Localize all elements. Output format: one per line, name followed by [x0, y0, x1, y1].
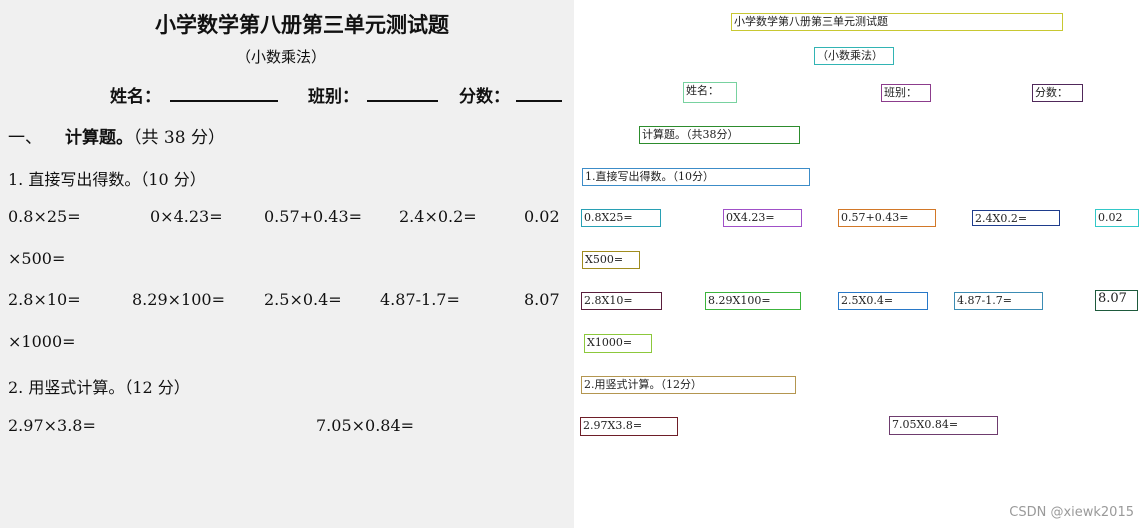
ocr-result-panel: 小学数学第八册第三单元测试题 （小数乘法） 姓名： 班别： 分数： 计算题。（共…: [574, 0, 1148, 528]
score-blank: [516, 100, 562, 102]
problem: 0.02: [524, 207, 560, 226]
section-1-heading-text: 计算题。: [65, 128, 133, 148]
ocr-text-box: （小数乘法）: [814, 47, 894, 65]
problem: 8.29×100=: [132, 290, 225, 309]
ocr-text-box: 4.87-1.7=: [954, 292, 1043, 310]
ocr-text-box: 2.用竖式计算。（12分）: [581, 376, 796, 394]
ocr-text-box: 7.05X0.84=: [889, 416, 998, 435]
problem: 0.57+0.43=: [264, 207, 363, 226]
ocr-text-box: 小学数学第八册第三单元测试题: [731, 13, 1063, 31]
ocr-text-box: X500=: [582, 251, 640, 269]
document-subtitle: （小数乘法）: [236, 48, 327, 66]
problem: 2.97×3.8=: [8, 416, 96, 435]
problem-continuation: ×500=: [8, 249, 66, 268]
ocr-text-box: 2.4X0.2=: [972, 210, 1060, 226]
document-title: 小学数学第八册第三单元测试题: [155, 12, 449, 37]
problem: 7.05×0.84=: [316, 416, 415, 435]
section-1-heading: 计算题。（共 38 分）: [65, 123, 225, 148]
ocr-text-box: 计算题。（共38分）: [639, 126, 800, 144]
problem: 0.8×25=: [8, 207, 81, 226]
ocr-text-box: 2.8X10=: [581, 292, 662, 310]
ocr-text-box: 0.8X25=: [581, 209, 661, 227]
ocr-text-box: 班别：: [881, 84, 931, 102]
problem: 2.4×0.2=: [399, 207, 477, 226]
problem-continuation: ×1000=: [8, 332, 76, 351]
problem: 8.07: [524, 290, 560, 309]
part-2-heading: 2. 用竖式计算。（12 分）: [8, 378, 190, 397]
ocr-text-box: 0.02: [1095, 209, 1139, 227]
ocr-text-box: 1.直接写出得数。（10分）: [582, 168, 810, 186]
class-label: 班别：: [308, 87, 359, 107]
ocr-text-box: 姓名：: [683, 82, 737, 103]
class-blank: [367, 100, 438, 102]
section-1-points: （共 38 分）: [133, 128, 225, 148]
original-document-panel: 小学数学第八册第三单元测试题 （小数乘法） 姓名： 班别： 分数： 一、 计算题…: [0, 0, 574, 528]
ocr-text-box: 8.07: [1095, 290, 1138, 311]
ocr-text-box: 2.5X0.4=: [838, 292, 928, 310]
ocr-text-box: 0.57+0.43=: [838, 209, 936, 227]
problem: 4.87-1.7=: [380, 290, 460, 309]
ocr-text-box: X1000=: [584, 334, 652, 353]
ocr-text-box: 8.29X100=: [705, 292, 801, 310]
part-1-heading: 1. 直接写出得数。（10 分）: [8, 170, 206, 189]
score-label: 分数：: [459, 87, 510, 107]
ocr-text-box: 分数：: [1032, 84, 1083, 102]
section-1-number: 一、: [8, 128, 42, 148]
problem: 0×4.23=: [150, 207, 223, 226]
ocr-text-box: 2.97X3.8=: [580, 417, 678, 436]
name-blank: [170, 100, 278, 102]
name-label: 姓名：: [110, 87, 161, 107]
problem: 2.5×0.4=: [264, 290, 342, 309]
problem: 2.8×10=: [8, 290, 81, 309]
ocr-text-box: 0X4.23=: [723, 209, 802, 227]
csdn-watermark: CSDN @xiewk2015: [1009, 505, 1134, 520]
